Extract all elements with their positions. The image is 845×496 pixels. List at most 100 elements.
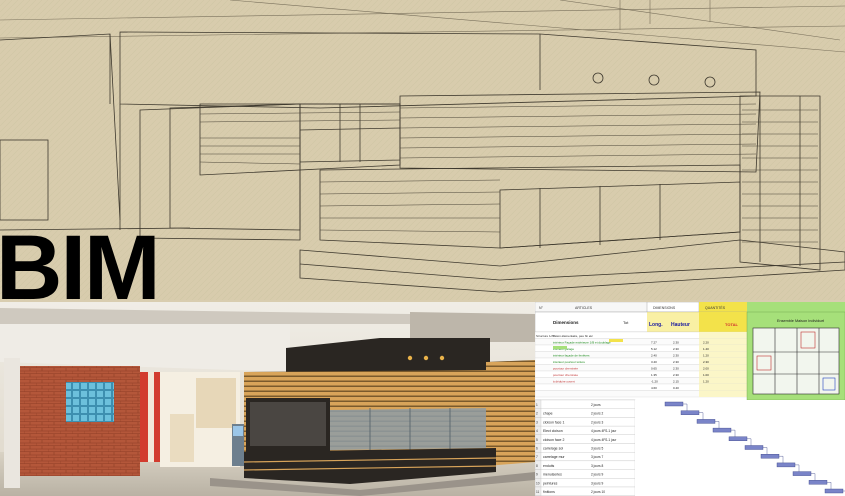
table-row: intérieur façade de fenêtres 2.40 2.30 1.20 — [535, 351, 748, 359]
schedule-num: 4 — [536, 429, 538, 433]
schedule-num: 5 — [536, 438, 538, 442]
row-qty: 1.40 — [703, 347, 709, 351]
schedule-duration: 2 jours 10 — [591, 490, 605, 494]
schedule-duration: 4 jours 4FS-1 jour — [591, 438, 617, 442]
row-ref: Structure 1/A — [536, 334, 554, 338]
schedule-num: 6 — [536, 447, 538, 451]
row-long: 3.40 — [651, 360, 657, 364]
table-row — [535, 390, 748, 398]
schedule-num: 11 — [536, 490, 540, 494]
gantt-bar — [664, 401, 684, 407]
list-item: 10 peintures 3 jours 9 — [535, 478, 636, 488]
row-label: intérieur pourtour toiture — [553, 360, 585, 364]
quantity-rows: Structure 1/A Béton élémentaire, peu fin … — [535, 331, 748, 398]
row-label: pourtour cheminée — [553, 366, 578, 370]
row-long: 2.40 — [651, 353, 657, 357]
table-row: pourtour cheminée 0.65 2.30 2.00 — [535, 364, 748, 372]
schedule-duration: 2 jours 3 — [591, 420, 603, 424]
schedule-num: 7 — [536, 455, 538, 459]
schedule-task: enduits — [543, 464, 555, 468]
schedule-task: carrelage mur — [543, 455, 565, 459]
row-haut: 2.30 — [673, 353, 679, 357]
header-articles: ARTICLES — [575, 306, 593, 310]
schedule-duration: 3 jours 8 — [591, 464, 603, 468]
row-long: 1.35 — [651, 373, 657, 377]
schedule-num: 1 — [536, 403, 538, 407]
row-long: 5.12 — [651, 347, 657, 351]
row-long: -1.20 — [651, 379, 658, 383]
row-qty: 2.00 — [703, 366, 709, 370]
gantt-bar — [824, 488, 844, 494]
row-qty: 2.30 — [703, 360, 709, 364]
spreadsheet-drawing: N° ARTICLES DIMENSIONS QUANTITÉS Dimensi… — [535, 302, 845, 496]
schedule-num: 10 — [536, 481, 540, 485]
list-item: 5 cloison face 2 4 jours 4FS-1 jour — [535, 434, 636, 444]
schedule-num: 9 — [536, 473, 538, 477]
gantt-bar — [808, 480, 828, 485]
header-dimensions: DIMENSIONS — [653, 306, 676, 310]
gantt-bar — [744, 445, 764, 450]
page-title: BIM — [0, 217, 161, 319]
section-label: Dimensions — [553, 320, 579, 325]
schedule-task: Elect cloison — [543, 429, 563, 433]
row-label: intérieur Façade extérieure 1/B et doubl… — [553, 340, 611, 344]
gantt-bar — [696, 419, 716, 424]
row-long: 4.60 — [651, 386, 657, 390]
quantity-spreadsheet: N° ARTICLES DIMENSIONS QUANTITÉS Dimensi… — [535, 302, 845, 496]
row-label: intérieur façade de fenêtres — [553, 353, 590, 357]
long-label: Long. — [649, 322, 663, 328]
row-haut: 2.30 — [673, 347, 679, 351]
schedule-duration: 4 jours 4FS-1 jour — [591, 429, 617, 433]
list-item: 3 cloison face 1 2 jours 3 — [535, 417, 636, 427]
schedule-task: cloison face 1 — [543, 420, 564, 424]
schedule-duration: 3 jours 9 — [591, 481, 603, 485]
row-long: 0.65 — [651, 366, 657, 370]
list-item: 4 Elect cloison 4 jours 4FS-1 jour — [535, 425, 636, 435]
schedule-num: 8 — [536, 464, 538, 468]
row-label: Béton élémentaire, peu fin etc — [553, 334, 593, 338]
total-label: TOTAL — [725, 322, 739, 327]
list-item: 6 carrelage sol 3 jours 5 — [535, 443, 636, 453]
schedule-table: 1 2 jours 2 chape 2 jours 2 3 cloison face 1 2 … — [535, 399, 636, 496]
row-haut: 2.30 — [673, 373, 679, 377]
row-qty: 1.00 — [703, 373, 709, 377]
schedule-task: chape — [543, 412, 553, 416]
schedule-task: peintures — [543, 481, 558, 485]
row-haut: 2.15 — [673, 379, 679, 383]
table-row: intérieur pourtour toiture 3.40 2.30 2.30 — [535, 357, 748, 365]
table-row: Structure 1/A Béton élémentaire, peu fin … — [535, 331, 748, 339]
schedule-duration: 2 jours — [591, 403, 601, 407]
row-haut: 0.40 — [673, 386, 679, 390]
schedule-num: 2 — [536, 412, 538, 416]
list-item: 9 menuiseries 2 jours 9 — [535, 469, 636, 479]
row-qty: 1.20 — [703, 353, 709, 357]
row-haut: 2.30 — [673, 340, 679, 344]
schedule-task: cloison face 2 — [543, 438, 564, 442]
row-qty: 1.20 — [703, 379, 709, 383]
rendered-building — [0, 302, 535, 496]
highlight-bar — [609, 339, 623, 342]
schedule-task: carrelage sol — [543, 447, 563, 451]
schedule-duration: 3 jours 7 — [591, 455, 603, 459]
schedule-duration: 2 jours 9 — [591, 473, 603, 477]
schedule-task: menuiseries — [543, 473, 562, 477]
highlight-bar — [553, 346, 567, 349]
table-row: 4.60 0.40 — [535, 383, 748, 391]
haut-label: Hauteur — [671, 322, 690, 328]
gantt-bar — [776, 462, 796, 468]
gantt-bar — [680, 410, 700, 415]
list-item: 1 2 jours — [535, 399, 636, 409]
row-label: pourtour cheminée — [553, 373, 578, 377]
gantt-bar — [792, 471, 812, 476]
schedule-duration: 2 jours 2 — [591, 412, 603, 416]
gantt-bar — [760, 453, 780, 459]
list-item: 7 carrelage mur 3 jours 7 — [535, 452, 636, 462]
list-item: 8 enduits 3 jours 8 — [535, 460, 636, 470]
gantt-bar — [728, 436, 748, 442]
table-row: pourtour cheminée 1.35 2.30 1.00 — [535, 370, 748, 378]
schedule-task: finitions — [543, 490, 555, 494]
header-num: N° — [539, 306, 544, 310]
render-drawing — [0, 302, 535, 496]
table-row: intérieur Façade extérieure 1/B et doubl… — [535, 338, 748, 346]
list-item: 11 finitions 2 jours 10 — [535, 486, 636, 496]
